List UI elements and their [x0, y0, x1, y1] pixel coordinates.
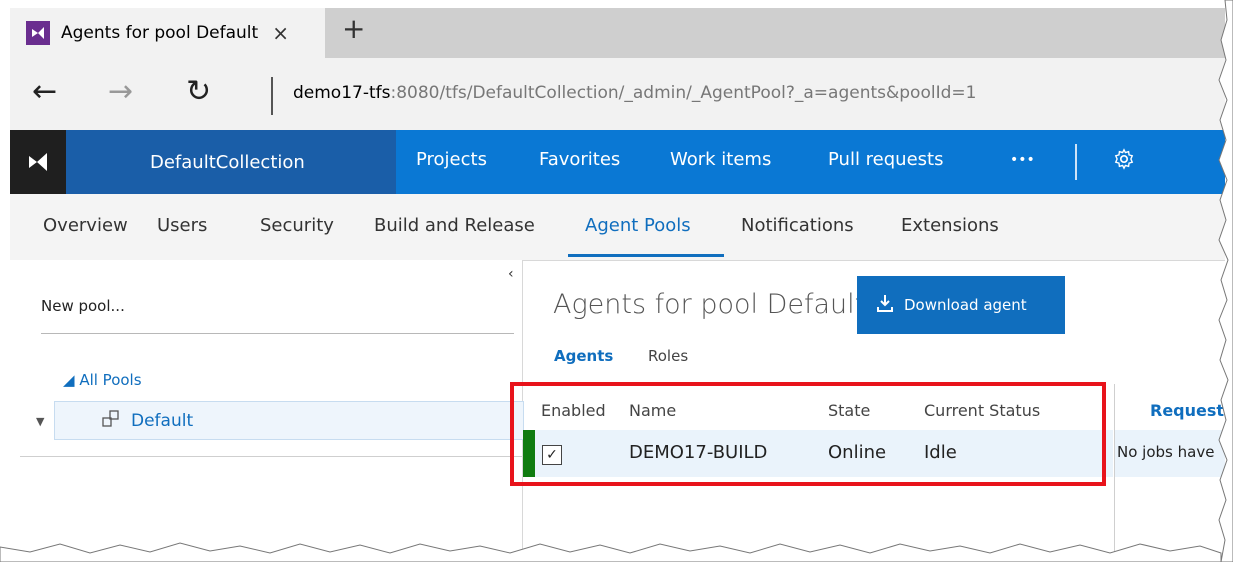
- no-jobs-text: No jobs have: [1117, 443, 1215, 461]
- address-bar: ← → ↻ demo17-tfs:8080/tfs/DefaultCollect…: [10, 58, 1225, 130]
- url-path: :8080/tfs/DefaultCollection/_admin/_Agen…: [390, 83, 977, 103]
- back-button[interactable]: ←: [32, 74, 57, 109]
- pool-row-default[interactable]: [54, 401, 524, 440]
- active-tab-underline: [568, 254, 724, 257]
- collection-name: DefaultCollection: [150, 151, 305, 173]
- collapse-panel-icon[interactable]: ‹: [508, 266, 514, 282]
- tab-title: Agents for pool Default: [61, 23, 259, 43]
- column-header-enabled[interactable]: Enabled: [541, 401, 606, 420]
- tab-agent-pools[interactable]: Agent Pools: [585, 215, 691, 236]
- all-pools-label: All Pools: [79, 371, 142, 389]
- divider: [41, 333, 514, 334]
- new-pool-button[interactable]: New pool...: [41, 297, 125, 315]
- visual-studio-logo-icon[interactable]: [10, 130, 66, 194]
- topnav-pull-requests[interactable]: Pull requests: [828, 149, 943, 170]
- divider: [20, 456, 522, 457]
- forward-button[interactable]: →: [108, 74, 133, 109]
- agent-status: Idle: [924, 442, 957, 463]
- new-tab-button[interactable]: +: [342, 12, 365, 45]
- pivot-roles[interactable]: Roles: [648, 347, 688, 365]
- agent-name: DEMO17-BUILD: [629, 442, 768, 463]
- all-pools-node[interactable]: ◢ All Pools: [63, 371, 142, 389]
- column-header-state[interactable]: State: [828, 401, 870, 420]
- browser-tab[interactable]: Agents for pool Default ×: [10, 8, 325, 58]
- download-icon: [877, 294, 893, 316]
- visual-studio-favicon-icon: [26, 21, 50, 45]
- enabled-checkbox[interactable]: ✓: [542, 445, 562, 465]
- more-options-icon[interactable]: •••: [1010, 152, 1035, 168]
- tab-security[interactable]: Security: [260, 215, 334, 236]
- pool-name-default: Default: [131, 411, 194, 431]
- tab-notifications[interactable]: Notifications: [741, 215, 854, 236]
- refresh-button[interactable]: ↻: [186, 74, 211, 109]
- tab-close-icon[interactable]: ×: [272, 21, 289, 45]
- agent-state: Online: [828, 442, 887, 463]
- page-title: Agents for pool Default: [553, 289, 866, 320]
- tab-users[interactable]: Users: [157, 215, 207, 236]
- download-agent-label: Download agent: [904, 296, 1027, 314]
- pivot-agents[interactable]: Agents: [554, 347, 613, 365]
- admin-sub-nav: Overview Users Security Build and Releas…: [10, 194, 1225, 261]
- column-header-current-status[interactable]: Current Status: [924, 401, 1040, 420]
- agent-online-indicator: [523, 430, 535, 477]
- topnav-favorites[interactable]: Favorites: [539, 149, 620, 170]
- tfs-top-nav: DefaultCollection Projects Favorites Wor…: [10, 130, 1225, 194]
- tab-extensions[interactable]: Extensions: [901, 215, 999, 236]
- column-header-requests[interactable]: Request: [1150, 401, 1224, 420]
- download-agent-button[interactable]: Download agent: [857, 276, 1065, 334]
- gear-icon[interactable]: [1113, 148, 1135, 175]
- topnav-work-items[interactable]: Work items: [670, 149, 771, 170]
- table-row[interactable]: [523, 430, 1113, 477]
- url-divider: [271, 77, 273, 115]
- column-header-name[interactable]: Name: [629, 401, 676, 420]
- tab-build-and-release[interactable]: Build and Release: [374, 215, 535, 236]
- pool-icon: [102, 410, 120, 433]
- topnav-projects[interactable]: Projects: [416, 149, 487, 170]
- expand-arrow-icon[interactable]: ▼: [36, 415, 44, 428]
- screenshot-frame: Agents for pool Default × + ← → ↻ demo17…: [0, 0, 1233, 562]
- topnav-divider: [1075, 144, 1077, 180]
- requests-row: No jobs have: [1115, 430, 1225, 477]
- collection-selector[interactable]: DefaultCollection: [66, 130, 396, 194]
- url-field[interactable]: demo17-tfs:8080/tfs/DefaultCollection/_a…: [293, 83, 976, 103]
- tab-overview[interactable]: Overview: [43, 215, 128, 236]
- pools-panel: ‹ New pool... ◢ All Pools ▼ Default: [10, 260, 524, 562]
- url-host: demo17-tfs: [293, 83, 391, 103]
